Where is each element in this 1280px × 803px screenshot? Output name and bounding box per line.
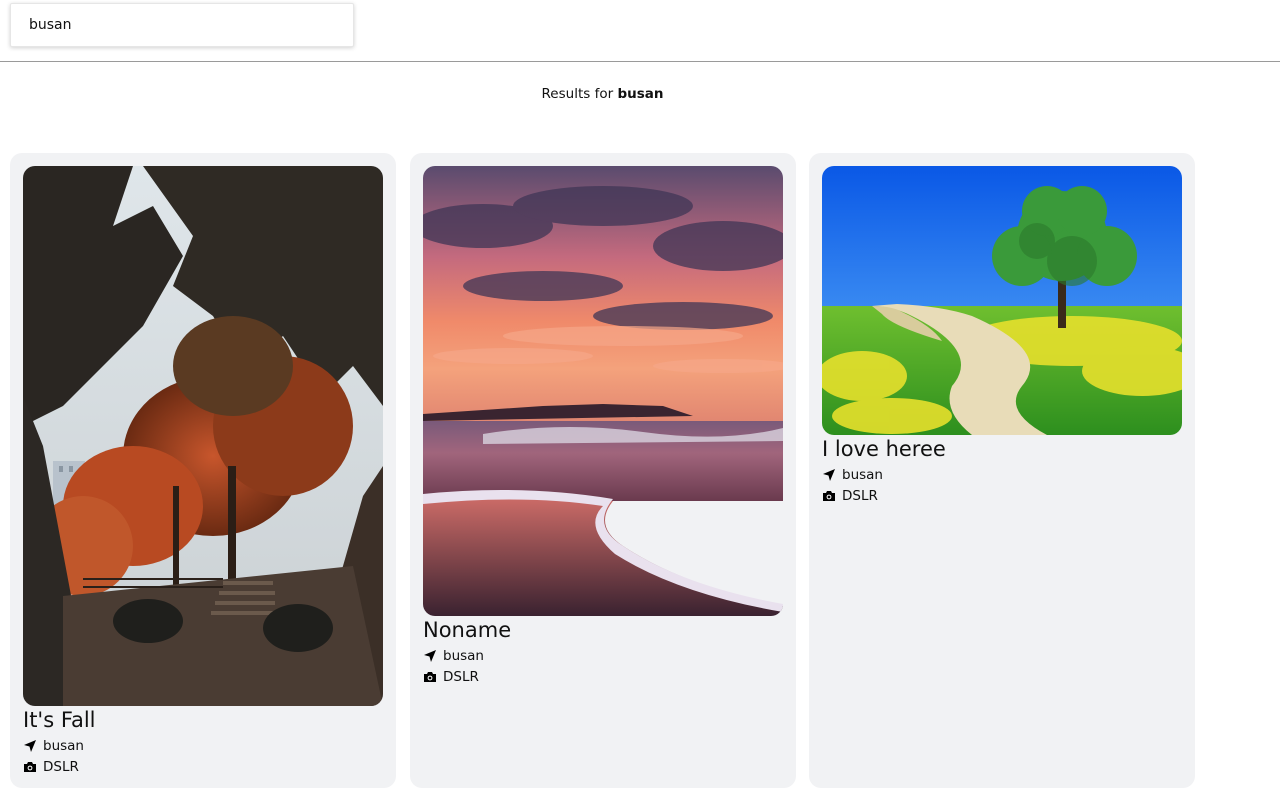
card-camera: DSLR [822,487,878,505]
card-photo[interactable] [23,166,383,706]
camera-icon [424,672,436,682]
search-input[interactable] [29,4,329,46]
camera-icon [24,762,36,772]
location-arrow-icon [424,650,436,662]
sunset-beach-photo [423,166,783,616]
results-prefix: Results for [541,86,614,102]
card-title[interactable]: It's Fall [23,708,96,732]
results-query: busan [617,86,664,102]
search-box[interactable] [10,3,354,47]
results-heading: Results for busan [0,86,1205,102]
photo-card[interactable]: It's Fall busan DSLR [10,153,396,788]
location-arrow-icon [823,469,835,481]
card-camera-text: DSLR [43,759,79,775]
card-title[interactable]: Noname [423,618,511,642]
photo-card[interactable]: Noname busan DSLR [410,153,796,788]
location-arrow-icon [24,740,36,752]
card-title[interactable]: I love heree [822,437,946,461]
card-location: busan [822,466,883,484]
card-location-text: busan [842,467,883,483]
card-location-text: busan [43,738,84,754]
photo-card[interactable]: I love heree busan DSLR [809,153,1195,788]
card-location: busan [423,647,484,665]
camera-icon [823,491,835,501]
card-camera: DSLR [23,758,79,776]
card-camera-text: DSLR [842,488,878,504]
card-camera-text: DSLR [443,669,479,685]
top-bar [0,0,1280,62]
card-camera: DSLR [423,668,479,686]
card-photo[interactable] [423,166,783,616]
autumn-trees-photo [23,166,383,706]
card-photo[interactable] [822,166,1182,435]
tree-meadow-photo [822,166,1182,435]
card-location-text: busan [443,648,484,664]
card-location: busan [23,737,84,755]
